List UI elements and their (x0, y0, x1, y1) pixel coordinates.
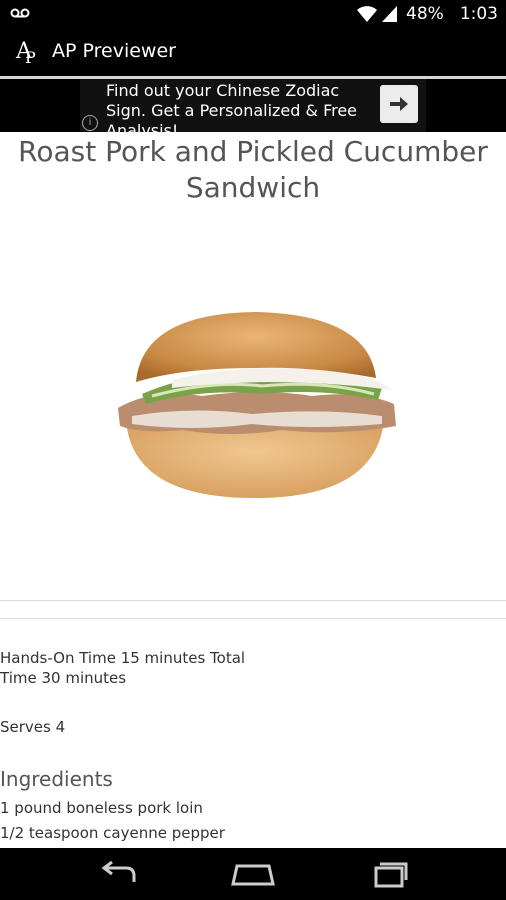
info-icon[interactable]: i (82, 115, 98, 131)
app-title: AP Previewer (52, 40, 176, 62)
ingredients-list: 1 pound boneless pork loin 1/2 teaspoon … (0, 796, 225, 846)
section-divider (0, 618, 506, 619)
section-divider (0, 600, 506, 601)
ad-banner[interactable]: Find out your Chinese Zodiac Sign. Get a… (80, 79, 426, 140)
recipe-content[interactable]: Roast Pork and Pickled Cucumber Sandwich (0, 132, 506, 848)
battery-percentage: 48% (406, 4, 444, 24)
ad-strip: Find out your Chinese Zodiac Sign. Get a… (0, 79, 506, 140)
recent-apps-button[interactable] (358, 856, 418, 892)
app-logo[interactable]: AP (16, 38, 44, 67)
clock: 1:03 (459, 4, 498, 24)
recent-apps-icon (374, 862, 408, 888)
voicemail-icon (10, 8, 30, 18)
ingredient-item: 1 pound boneless pork loin (0, 799, 203, 817)
app-bar: AP AP Previewer (0, 28, 506, 76)
back-button[interactable] (88, 856, 148, 892)
ingredient-item: 1/2 teaspoon cayenne pepper (0, 824, 225, 842)
home-button[interactable] (223, 856, 283, 892)
arrow-right-icon (390, 97, 408, 111)
ingredients-heading: Ingredients (0, 767, 113, 791)
navigation-bar (0, 848, 506, 900)
signal-icon (382, 6, 398, 22)
wifi-icon (357, 6, 378, 22)
sandwich-photo (118, 312, 396, 498)
recipe-times: Hands-On Time 15 minutes Total Time 30 m… (0, 649, 246, 687)
back-icon (101, 860, 136, 882)
recipe-title: Roast Pork and Pickled Cucumber Sandwich (18, 135, 488, 204)
status-bar: 48% 1:03 (0, 0, 506, 28)
recipe-serves: Serves 4 (0, 718, 66, 736)
ad-arrow-button[interactable] (380, 85, 418, 123)
home-icon (231, 864, 275, 886)
